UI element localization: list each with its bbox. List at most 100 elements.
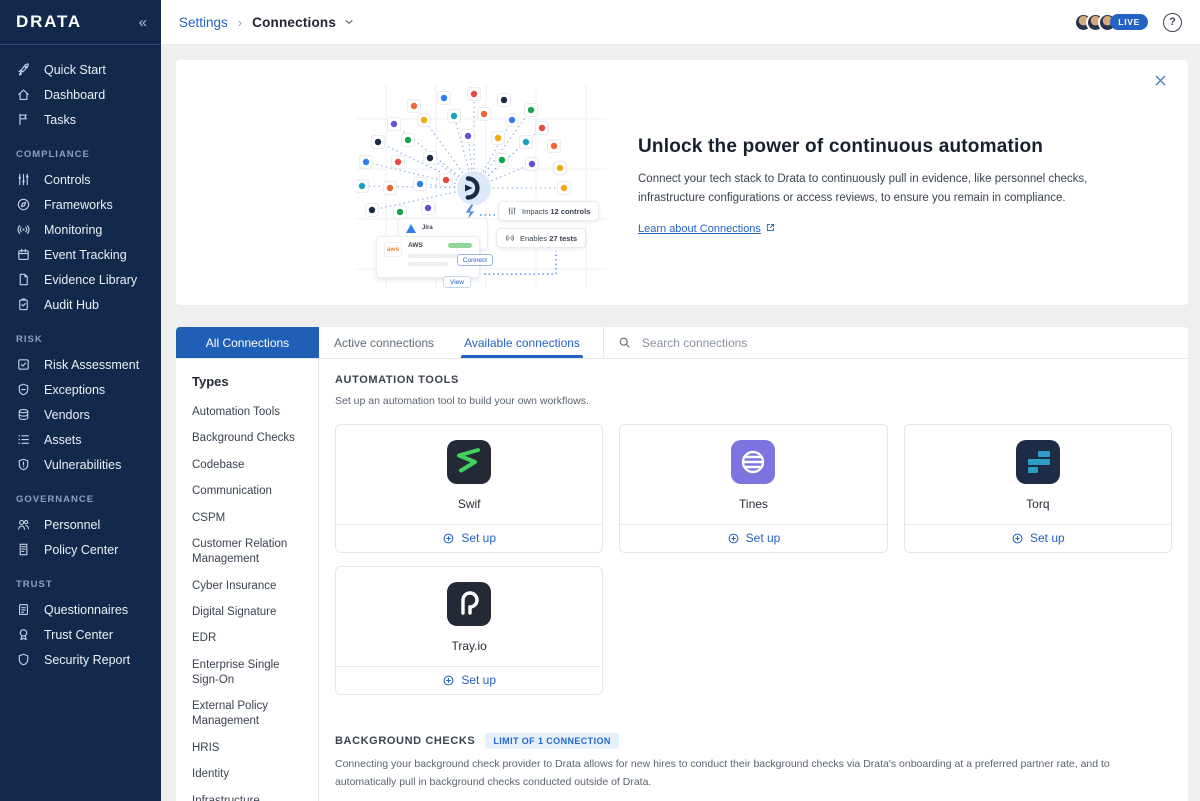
nav-group-compliance: COMPLIANCE Controls Frameworks Monitorin… <box>0 132 161 317</box>
breadcrumb-settings[interactable]: Settings <box>179 15 228 30</box>
tab-bar: All Connections Active connections Avail… <box>176 327 1188 359</box>
type-filter-item[interactable]: Codebase <box>192 458 308 473</box>
sidebar-item[interactable]: Controls <box>0 167 161 192</box>
sidebar-item-label: Security Report <box>44 652 131 667</box>
search-icon <box>618 336 631 349</box>
search-box <box>602 327 1188 358</box>
section-subtitle: Set up an automation tool to build your … <box>335 395 589 407</box>
sidebar-item[interactable]: Exceptions <box>0 377 161 402</box>
section-subtitle: Connecting your background check provide… <box>335 757 1110 788</box>
type-filter-item[interactable]: Identity <box>192 767 308 782</box>
external-link-icon <box>765 222 776 236</box>
type-filter-item[interactable]: Customer Relation Management <box>192 537 308 567</box>
sidebar-item[interactable]: Vulnerabilities <box>0 452 161 477</box>
sidebar-item[interactable]: Tasks <box>0 107 161 132</box>
layers-icon <box>16 407 31 422</box>
setup-button[interactable]: Set up <box>620 523 887 552</box>
shield-alert-icon <box>16 457 31 472</box>
type-filter-item[interactable]: Digital Signature <box>192 605 308 620</box>
tab-active-connections[interactable]: Active connections <box>319 327 449 358</box>
sidebar-item-label: Questionnaires <box>44 602 129 617</box>
section-title: AUTOMATION TOOLS <box>335 374 459 386</box>
setup-button[interactable]: Set up <box>904 523 1171 552</box>
tab-all-connections[interactable]: All Connections <box>176 327 319 358</box>
type-filter-item[interactable]: Communication <box>192 484 308 499</box>
status-badge <box>448 243 472 248</box>
sidebar-item[interactable]: Frameworks <box>0 192 161 217</box>
drata-logo: DRATA <box>16 12 82 31</box>
automation-cards-row-1: Swif Set up Tines Set up Torq Set up <box>335 423 1172 553</box>
type-filter-item[interactable]: External Policy Management <box>192 699 308 729</box>
sidebar-item[interactable]: Assets <box>0 427 161 452</box>
sidebar-item-label: Exceptions <box>44 382 106 397</box>
collapse-sidebar-icon[interactable]: « <box>139 15 147 30</box>
broadcast-icon <box>16 222 31 237</box>
help-icon[interactable]: ? <box>1163 12 1182 32</box>
type-filter-item[interactable]: EDR <box>192 631 308 646</box>
sidebar-item[interactable]: Trust Center <box>0 622 161 647</box>
plus-circle-icon <box>442 532 455 545</box>
nav-group-label: TRUST <box>16 579 53 590</box>
sidebar-item-label: Dashboard <box>44 87 106 102</box>
drata-mark-icon <box>457 171 491 205</box>
search-input[interactable] <box>639 334 1174 351</box>
sidebar-nav: Quick Start Dashboard Tasks COMPLIANCE C… <box>0 45 161 684</box>
sidebar-item[interactable]: Policy Center <box>0 537 161 562</box>
sidebar-item[interactable]: Quick Start <box>0 57 161 82</box>
live-avatars[interactable]: LIVE <box>1074 12 1148 32</box>
automation-banner: Impacts 12 controls Enables 27 tests Jir… <box>176 60 1188 305</box>
connection-card-swif: Swif Set up <box>335 423 604 553</box>
trayio-logo <box>447 581 492 626</box>
plus-circle-icon <box>442 674 455 687</box>
type-filter-item[interactable]: Enterprise Single Sign-On <box>192 658 308 688</box>
live-badge[interactable]: LIVE <box>1110 14 1148 30</box>
illustration-provider-card: aws AWS Connect View <box>376 236 493 288</box>
learn-about-connections-link[interactable]: Learn about Connections <box>638 222 776 236</box>
sidebar-item-label: Personnel <box>44 517 101 532</box>
view-button: View <box>443 276 471 288</box>
tab-available-connections[interactable]: Available connections <box>449 327 595 358</box>
automation-tools-header: AUTOMATION TOOLS <box>335 374 1172 386</box>
breadcrumb-connections[interactable]: Connections <box>252 15 336 30</box>
sidebar-item[interactable]: Questionnaires <box>0 597 161 622</box>
shield-minus-icon <box>16 382 31 397</box>
connection-name: Tray.io <box>451 638 487 653</box>
sidebar-item[interactable]: Evidence Library <box>0 267 161 292</box>
sidebar-item[interactable]: Monitoring <box>0 217 161 242</box>
sidebar-item[interactable]: Security Report <box>0 647 161 672</box>
nav-group-governance: GOVERNANCE Personnel Policy Center <box>0 477 161 562</box>
sidebar-item-label: Tasks <box>44 112 76 127</box>
sidebar-item-label: Event Tracking <box>44 247 127 262</box>
sidebar-item[interactable]: Audit Hub <box>0 292 161 317</box>
enables-callout: Enables 27 tests <box>496 228 587 248</box>
connection-name: Torq <box>1026 496 1050 511</box>
sidebar-item[interactable]: Vendors <box>0 402 161 427</box>
broadcast-icon <box>505 233 515 243</box>
chevron-down-icon[interactable] <box>343 16 355 28</box>
type-filter-item[interactable]: Cyber Insurance <box>192 579 308 594</box>
sidebar-item[interactable]: Event Tracking <box>0 242 161 267</box>
calendar-icon <box>16 247 31 262</box>
sidebar-item-label: Vendors <box>44 407 90 422</box>
type-filter-item[interactable]: Infrastructure <box>192 794 308 801</box>
sidebar-header: DRATA « <box>0 0 161 45</box>
setup-button[interactable]: Set up <box>336 665 603 694</box>
type-filter-item[interactable]: Automation Tools <box>192 405 308 420</box>
sidebar-item-label: Audit Hub <box>44 297 99 312</box>
connect-button: Connect <box>456 254 493 266</box>
type-filter-item[interactable]: Background Checks <box>192 431 308 446</box>
limit-badge: LIMIT OF 1 CONNECTION <box>485 732 619 749</box>
sidebar-item[interactable]: Risk Assessment <box>0 352 161 377</box>
topbar: Settings › Connections LIVE ? <box>161 0 1200 45</box>
people-icon <box>16 517 31 532</box>
setup-button[interactable]: Set up <box>336 523 603 552</box>
sidebar-item-label: Quick Start <box>44 62 106 77</box>
close-icon[interactable] <box>1153 73 1168 93</box>
connection-card-tines: Tines Set up <box>619 423 888 553</box>
sidebar-item[interactable]: Dashboard <box>0 82 161 107</box>
type-filter-item[interactable]: HRIS <box>192 741 308 756</box>
type-filter-item[interactable]: CSPM <box>192 511 308 526</box>
torq-logo <box>1015 439 1060 484</box>
sidebar: DRATA « Quick Start Dashboard Tasks COMP… <box>0 0 161 801</box>
sidebar-item[interactable]: Personnel <box>0 512 161 537</box>
